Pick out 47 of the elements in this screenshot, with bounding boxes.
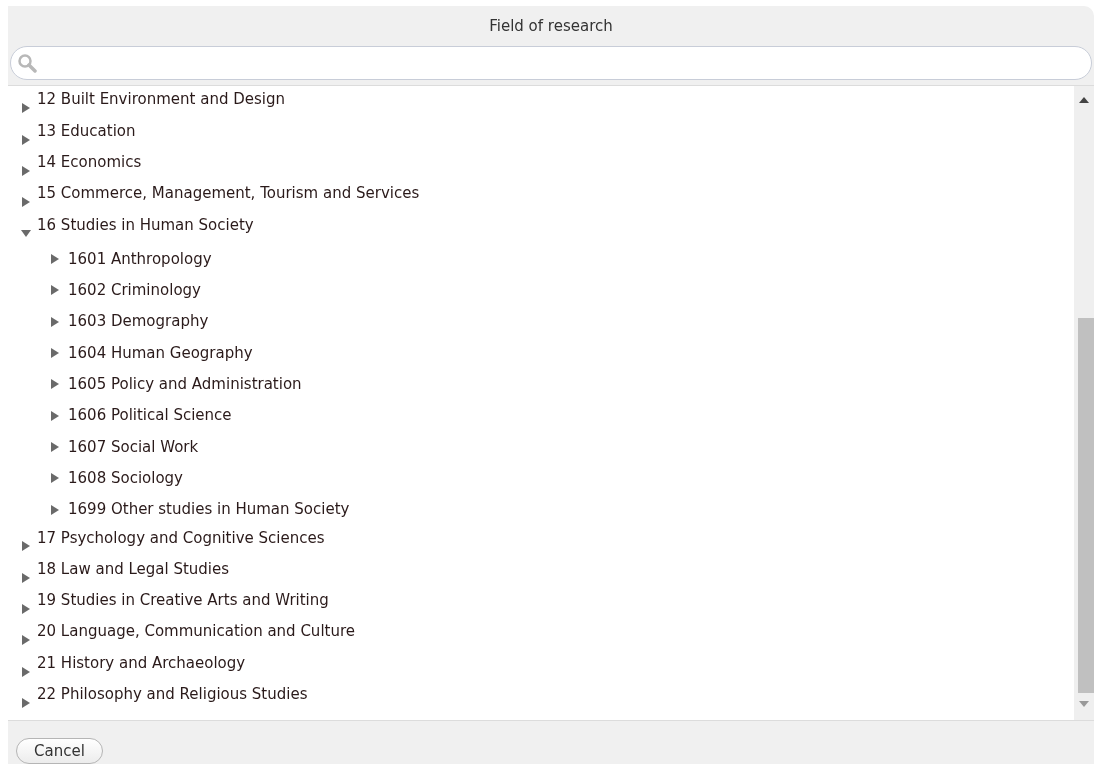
tree-item[interactable]: 1605 Policy and Administration [68,373,302,396]
collapsed-triangle-icon[interactable] [21,635,31,646]
collapsed-triangle-icon[interactable] [21,103,31,114]
collapsed-triangle-icon[interactable] [50,316,60,327]
collapsed-triangle-icon[interactable] [50,285,60,296]
expanded-triangle-icon[interactable] [21,228,31,239]
tree-item[interactable]: 1699 Other studies in Human Society [68,498,350,521]
tree-item[interactable]: 17 Psychology and Cognitive Sciences [37,526,325,550]
collapsed-triangle-icon[interactable] [21,134,31,145]
collapsed-triangle-icon[interactable] [21,604,31,615]
tree-item[interactable]: 19 Studies in Creative Arts and Writing [37,589,329,612]
cancel-button[interactable]: Cancel [16,738,103,764]
collapsed-triangle-icon[interactable] [50,379,60,390]
tree-item[interactable]: 16 Studies in Human Society [37,213,254,237]
collapsed-triangle-icon[interactable] [21,572,31,583]
collapsed-triangle-icon[interactable] [50,473,60,484]
collapsed-triangle-icon[interactable] [50,441,60,452]
tree-item[interactable]: 22 Philosophy and Religious Studies [37,683,308,706]
scrollbar[interactable] [1074,86,1094,720]
tree-item[interactable]: 15 Commerce, Management, Tourism and Services [37,182,420,205]
tree-item[interactable]: 1603 Demography [68,310,209,333]
tree-item[interactable]: 20 Language, Communication and Culture [37,620,355,643]
dialog-title: Field of research [489,15,613,37]
tree-item[interactable]: 1602 Criminology [68,279,201,302]
tree-item[interactable]: 21 History and Archaeology [37,651,246,675]
tree-item[interactable]: 18 Law and Legal Studies [37,557,230,581]
collapsed-triangle-icon[interactable] [21,197,31,208]
tree-item[interactable]: 1606 Political Science [68,404,232,427]
collapsed-triangle-icon[interactable] [50,504,60,515]
collapsed-triangle-icon[interactable] [50,254,60,265]
scroll-up-icon[interactable] [1079,96,1089,104]
tree-item[interactable]: 14 Economics [37,151,142,174]
collapsed-triangle-icon[interactable] [50,410,60,421]
search-field[interactable] [10,46,1092,80]
search-icon [17,53,39,73]
tree-item[interactable]: 1607 Social Work [68,435,199,459]
tree-item[interactable]: 1608 Sociology [68,466,183,490]
collapsed-triangle-icon[interactable] [21,666,31,677]
scrollbar-thumb[interactable] [1077,318,1094,693]
collapsed-triangle-icon[interactable] [21,541,31,552]
tree-item[interactable]: 13 Education [37,119,136,143]
collapsed-triangle-icon[interactable] [21,165,31,176]
collapsed-triangle-icon[interactable] [50,348,60,358]
tree-item[interactable]: 1601 Anthropology [68,247,212,271]
tree-item[interactable]: 12 Built Environment and Design [37,88,285,111]
tree-item[interactable]: 1604 Human Geography [68,341,253,365]
collapsed-triangle-icon[interactable] [21,697,31,708]
